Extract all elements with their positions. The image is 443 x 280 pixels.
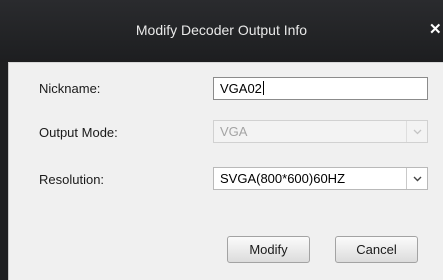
output-mode-select: VGA [213, 120, 428, 143]
modify-button[interactable]: Modify [227, 236, 310, 263]
output-mode-value: VGA [220, 124, 248, 139]
resolution-select[interactable]: SVGA(800*600)60HZ [213, 167, 428, 190]
chevron-down-icon [406, 121, 427, 142]
text-caret [262, 81, 264, 95]
dialog-body: Nickname: VGA02 Output Mode: VGA Resolut… [8, 62, 443, 280]
title-bar: Modify Decoder Output Info ✕ [0, 0, 443, 62]
nickname-value: VGA02 [220, 81, 262, 96]
cancel-button[interactable]: Cancel [335, 236, 418, 263]
nickname-input[interactable]: VGA02 [213, 77, 428, 100]
close-icon[interactable]: ✕ [429, 20, 443, 40]
output-mode-label: Output Mode: [39, 125, 118, 140]
modify-decoder-dialog: Modify Decoder Output Info ✕ Nickname: V… [0, 0, 443, 280]
resolution-label: Resolution: [39, 172, 105, 187]
nickname-label: Nickname: [39, 81, 101, 96]
dialog-title: Modify Decoder Output Info [135, 22, 308, 38]
chevron-down-icon[interactable] [406, 168, 427, 189]
resolution-value: SVGA(800*600)60HZ [220, 171, 346, 186]
